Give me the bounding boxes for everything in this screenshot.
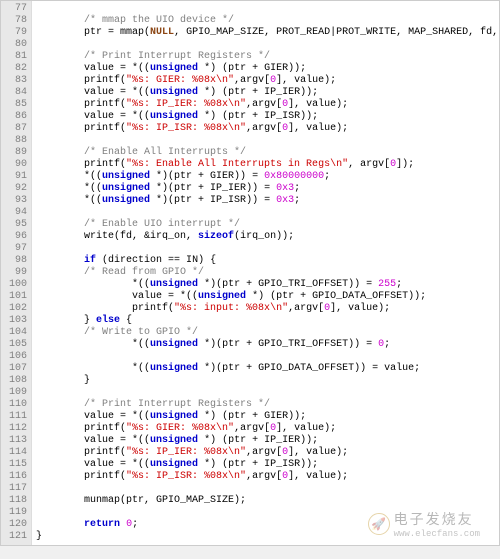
line-number-gutter: 7778798081828384858687888990919293949596… xyxy=(1,1,32,545)
line-number: 97 xyxy=(9,243,27,255)
line-number: 113 xyxy=(9,435,27,447)
code-line: value = *((unsigned *) (ptr + GIER)); xyxy=(36,411,500,423)
line-number: 102 xyxy=(9,303,27,315)
line-number: 101 xyxy=(9,291,27,303)
code-line: *((unsigned *)(ptr + IP_IER)) = 0x3; xyxy=(36,183,500,195)
line-number: 90 xyxy=(9,159,27,171)
code-block: 7778798081828384858687888990919293949596… xyxy=(0,0,500,546)
code-line: value = *((unsigned *) (ptr + IP_ISR)); xyxy=(36,459,500,471)
line-number: 81 xyxy=(9,51,27,63)
code-line: *((unsigned *)(ptr + GPIO_TRI_OFFSET)) =… xyxy=(36,339,500,351)
watermark-text: 电子发烧友 www.elecfans.com xyxy=(394,509,480,539)
line-number: 107 xyxy=(9,363,27,375)
code-line: value = *((unsigned *) (ptr + GPIO_DATA_… xyxy=(36,291,500,303)
line-number: 112 xyxy=(9,423,27,435)
line-number: 83 xyxy=(9,75,27,87)
code-line: printf("%s: input: %08x\n",argv[0], valu… xyxy=(36,303,500,315)
line-number: 114 xyxy=(9,447,27,459)
code-line: printf("%s: GIER: %08x\n",argv[0], value… xyxy=(36,423,500,435)
code-line: /* Write to GPIO */ xyxy=(36,327,500,339)
line-number: 111 xyxy=(9,411,27,423)
line-number: 87 xyxy=(9,123,27,135)
code-line: if (direction == IN) { xyxy=(36,255,500,267)
code-line: ptr = mmap(NULL, GPIO_MAP_SIZE, PROT_REA… xyxy=(36,27,500,39)
line-number: 93 xyxy=(9,195,27,207)
line-number: 106 xyxy=(9,351,27,363)
line-number: 92 xyxy=(9,183,27,195)
code-line: value = *((unsigned *) (ptr + GIER)); xyxy=(36,63,500,75)
code-line: write(fd, &irq_on, sizeof(irq_on)); xyxy=(36,231,500,243)
line-number: 118 xyxy=(9,495,27,507)
code-line: munmap(ptr, GPIO_MAP_SIZE); xyxy=(36,495,500,507)
line-number: 79 xyxy=(9,27,27,39)
line-number: 89 xyxy=(9,147,27,159)
line-number: 94 xyxy=(9,207,27,219)
line-number: 120 xyxy=(9,519,27,531)
line-number: 103 xyxy=(9,315,27,327)
code-line xyxy=(36,351,500,363)
line-number: 121 xyxy=(9,531,27,543)
code-line xyxy=(36,243,500,255)
code-line: *((unsigned *)(ptr + GIER)) = 0x80000000… xyxy=(36,171,500,183)
code-line: *((unsigned *)(ptr + IP_ISR)) = 0x3; xyxy=(36,195,500,207)
code-line: printf("%s: IP_ISR: %08x\n",argv[0], val… xyxy=(36,123,500,135)
line-number: 82 xyxy=(9,63,27,75)
line-number: 80 xyxy=(9,39,27,51)
code-line: value = *((unsigned *) (ptr + IP_IER)); xyxy=(36,435,500,447)
line-number: 119 xyxy=(9,507,27,519)
line-number: 85 xyxy=(9,99,27,111)
code-line: printf("%s: GIER: %08x\n",argv[0], value… xyxy=(36,75,500,87)
line-number: 115 xyxy=(9,459,27,471)
line-number: 100 xyxy=(9,279,27,291)
line-number: 110 xyxy=(9,399,27,411)
code-line: printf("%s: IP_IER: %08x\n",argv[0], val… xyxy=(36,99,500,111)
line-number: 109 xyxy=(9,387,27,399)
line-number: 105 xyxy=(9,339,27,351)
line-number: 77 xyxy=(9,3,27,15)
line-number: 96 xyxy=(9,231,27,243)
code-line: value = *((unsigned *) (ptr + IP_IER)); xyxy=(36,87,500,99)
code-line: /* Enable All Interrupts */ xyxy=(36,147,500,159)
code-line: printf("%s: IP_IER: %08x\n",argv[0], val… xyxy=(36,447,500,459)
line-number: 98 xyxy=(9,255,27,267)
code-line: /* Read from GPIO */ xyxy=(36,267,500,279)
watermark-url: www.elecfans.com xyxy=(394,529,480,539)
code-line: printf("%s: Enable All Interrupts in Reg… xyxy=(36,159,500,171)
line-number: 108 xyxy=(9,375,27,387)
line-number: 78 xyxy=(9,15,27,27)
code-line: value = *((unsigned *) (ptr + IP_ISR)); xyxy=(36,111,500,123)
line-number: 88 xyxy=(9,135,27,147)
code-line: *((unsigned *)(ptr + GPIO_TRI_OFFSET)) =… xyxy=(36,279,500,291)
code-line xyxy=(36,3,500,15)
line-number: 116 xyxy=(9,471,27,483)
code-content: /* mmap the UIO device */ ptr = mmap(NUL… xyxy=(32,1,500,545)
code-line: /* Print Interrupt Registers */ xyxy=(36,399,500,411)
code-line: printf("%s: IP_ISR: %08x\n",argv[0], val… xyxy=(36,471,500,483)
code-line: } else { xyxy=(36,315,500,327)
line-number: 117 xyxy=(9,483,27,495)
watermark: 🚀 电子发烧友 www.elecfans.com xyxy=(368,509,480,539)
code-line: /* Enable UIO interrupt */ xyxy=(36,219,500,231)
line-number: 99 xyxy=(9,267,27,279)
code-line: *((unsigned *)(ptr + GPIO_DATA_OFFSET)) … xyxy=(36,363,500,375)
line-number: 86 xyxy=(9,111,27,123)
code-line: /* mmap the UIO device */ xyxy=(36,15,500,27)
code-line xyxy=(36,39,500,51)
watermark-hanzi: 电子发烧友 xyxy=(394,509,480,529)
code-line xyxy=(36,387,500,399)
code-line: } xyxy=(36,375,500,387)
code-line xyxy=(36,135,500,147)
line-number: 95 xyxy=(9,219,27,231)
code-line xyxy=(36,207,500,219)
code-line: /* Print Interrupt Registers */ xyxy=(36,51,500,63)
line-number: 91 xyxy=(9,171,27,183)
line-number: 84 xyxy=(9,87,27,99)
line-number: 104 xyxy=(9,327,27,339)
rocket-icon: 🚀 xyxy=(368,513,390,535)
code-line xyxy=(36,483,500,495)
